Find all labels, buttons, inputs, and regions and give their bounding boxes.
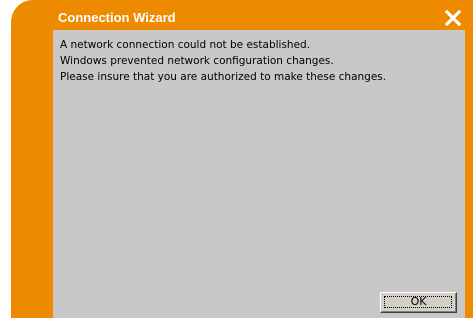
ok-button-label: OK xyxy=(410,295,427,308)
error-message: A network connection could not be establ… xyxy=(60,37,386,85)
message-line-1: A network connection could not be establ… xyxy=(60,39,311,51)
connection-wizard-dialog: Connection Wizard A network connection c… xyxy=(0,0,473,318)
close-x-icon xyxy=(444,9,462,27)
window-title: Connection Wizard xyxy=(58,10,176,25)
dialog-content-area: A network connection could not be establ… xyxy=(53,30,465,318)
ok-button[interactable]: OK xyxy=(380,292,457,313)
close-button[interactable] xyxy=(442,7,464,29)
message-line-2: Windows prevented network configuration … xyxy=(60,55,334,67)
message-line-3: Please insure that you are authorized to… xyxy=(60,71,387,83)
